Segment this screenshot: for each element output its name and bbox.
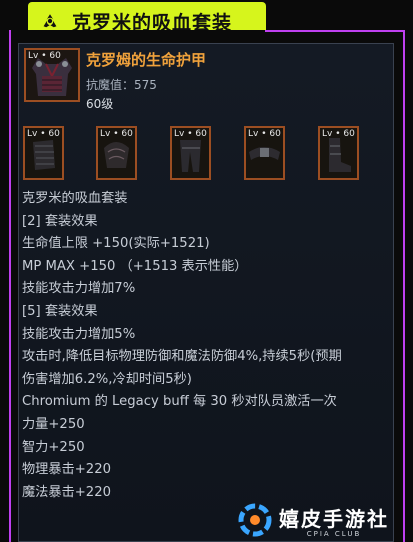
description-line: 技能攻击力增加5% (22, 326, 136, 342)
description-line: 力量+250 (22, 416, 85, 432)
watermark-subtext: CPIA CLUB (306, 529, 362, 538)
watermark-logo-icon (238, 503, 272, 537)
description-line: 克罗米的吸血套装 (22, 191, 128, 206)
item-stat: 抗魔值：575 (86, 78, 157, 92)
set-part-slot[interactable]: Lv • 60 (170, 126, 211, 180)
watermark-text: 嬉皮手游社 (279, 506, 389, 531)
item-name: 克罗姆的生命护甲 (86, 51, 207, 69)
description-line: 技能攻击力增加7% (22, 281, 136, 297)
description-line: 伤害增加6.2%,冷却时间5秒) (22, 371, 192, 387)
description-line: 攻击时,降低目标物理防御和魔法防御4%,持续5秒(预期 (22, 349, 342, 365)
part-level-badge: Lv • 60 (322, 129, 355, 139)
armor-item-icon[interactable]: Lv • 60 (24, 48, 80, 102)
part-level-badge: Lv • 60 (248, 129, 281, 139)
description-line: [5] 套装效果 (22, 303, 98, 319)
set-part-slot[interactable]: Lv • 60 (23, 126, 64, 180)
item-level-badge: Lv • 60 (28, 51, 61, 61)
set-parts-row: Lv • 60 Lv • 60 Lv • 60 Lv • 60 Lv • 60 (23, 126, 383, 182)
description-line: MP MAX +150 （+1513 表示性能） (22, 258, 248, 274)
part-level-badge: Lv • 60 (100, 129, 133, 139)
set-description: 克罗米的吸血套装 [2] 套装效果 生命值上限 +150(实际+1521) MP… (22, 188, 392, 504)
item-level: 60级 (86, 97, 114, 111)
description-line: 物理暴击+220 (22, 462, 111, 478)
part-level-badge: Lv • 60 (27, 129, 60, 139)
description-line: 智力+250 (22, 439, 85, 455)
set-part-slot[interactable]: Lv • 60 (96, 126, 137, 180)
description-line: [2] 套装效果 (22, 213, 98, 229)
description-line: 生命值上限 +150(实际+1521) (22, 236, 210, 252)
set-part-slot[interactable]: Lv • 60 (244, 126, 285, 180)
set-part-slot[interactable]: Lv • 60 (318, 126, 359, 180)
description-line: Chromium 的 Legacy buff 每 30 秒对队员激活一次 (22, 394, 337, 410)
site-watermark: 嬉皮手游社 CPIA CLUB (238, 498, 413, 542)
radiation-icon (43, 14, 57, 28)
part-level-badge: Lv • 60 (174, 129, 207, 139)
